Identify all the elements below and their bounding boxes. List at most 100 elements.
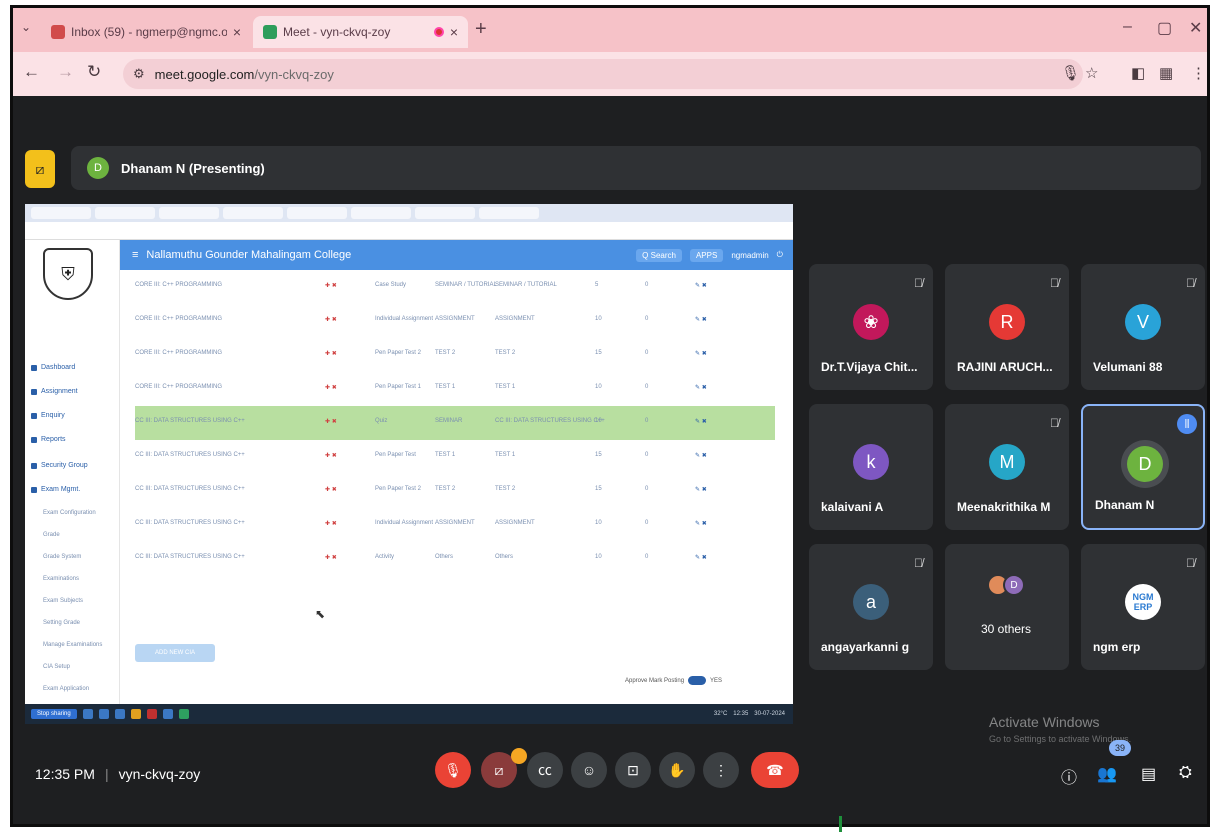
mic-toggle-button[interactable]: 🎙 bbox=[435, 752, 471, 788]
cell-min: 0 bbox=[645, 418, 649, 424]
reload-icon[interactable]: ↻ bbox=[87, 62, 101, 82]
participant-tile[interactable]: 🎙̸ a angayarkanni g bbox=[809, 544, 933, 670]
stop-sharing-button: Stop sharing bbox=[31, 709, 77, 719]
shared-screen: ⛨ Dashboard Assignment Enquiry Reports S… bbox=[25, 204, 793, 724]
meeting-info: 12:35 PM | vyn-ckvq-zoy bbox=[35, 766, 200, 782]
sidebar-sub-item: Grade System bbox=[43, 554, 82, 560]
cell-type: Activity bbox=[375, 554, 395, 560]
side-panel-icon[interactable]: ◧ bbox=[1131, 64, 1145, 82]
sidebar-item-exam-mgmt: Exam Mgmt. bbox=[31, 486, 80, 493]
participant-tile[interactable]: 🎙̸ NGM ERP ngm erp bbox=[1081, 544, 1205, 670]
participant-tile-speaking[interactable]: ⫼ D Dhanam N bbox=[1081, 404, 1205, 530]
leave-call-button[interactable]: ☎ bbox=[751, 752, 799, 788]
table-row: CC III: DATA STRUCTURES USING C++ Pen Pap… bbox=[135, 474, 775, 508]
tab-meet-close-icon[interactable]: × bbox=[450, 24, 458, 40]
cell-cat: SEMINAR / TUTORIAL bbox=[435, 282, 497, 288]
participant-tile[interactable]: 🎙̸ V Velumani 88 bbox=[1081, 264, 1205, 390]
taskbar-weather: 32°C bbox=[713, 711, 728, 717]
participant-avatar: R bbox=[989, 304, 1025, 340]
browser-menu-icon[interactable]: ⋮ bbox=[1191, 64, 1206, 82]
dashboard-icon bbox=[31, 364, 37, 371]
more-options-button[interactable]: ⋮ bbox=[703, 752, 739, 788]
participant-tile[interactable]: 🎙̸ ❀ Dr.T.Vijaya Chit... bbox=[809, 264, 933, 390]
participant-tile[interactable]: 🎙̸ M Meenakrithika M bbox=[945, 404, 1069, 530]
bookmark-star-icon[interactable]: ☆ bbox=[1085, 64, 1098, 82]
shared-tab bbox=[351, 207, 411, 219]
cell-subject: CORE III: C++ PROGRAMMING bbox=[135, 384, 223, 390]
meet-stage: ⧄ D Dhanam N (Presenting) ⛨ Dashboard As… bbox=[13, 96, 1207, 824]
cell-cat: Others bbox=[435, 554, 454, 560]
forward-icon[interactable]: → bbox=[57, 62, 74, 82]
row-edit-icons: ✎ ✖ bbox=[695, 283, 707, 289]
tab-list-chevron-icon[interactable]: ⌄ bbox=[21, 20, 31, 34]
site-settings-icon[interactable]: ⚙ bbox=[133, 66, 145, 82]
mic-off-icon: 🎙̸ bbox=[914, 276, 923, 290]
table-row: CC III: DATA STRUCTURES USING C++ Pen Pap… bbox=[135, 440, 775, 474]
raise-hand-button[interactable]: ✋ bbox=[659, 752, 695, 788]
participant-tile[interactable]: 🎙̸ R RAJINI ARUCH... bbox=[945, 264, 1069, 390]
cell-cat: TEST 2 bbox=[435, 486, 456, 492]
cell-subject: CC III: DATA STRUCTURES USING C++ bbox=[135, 486, 245, 492]
sidebar-sub-item: Examinations bbox=[43, 576, 80, 582]
close-window-button[interactable]: ✕ bbox=[1189, 18, 1202, 38]
sidebar-sub-item: Exam Configuration bbox=[43, 510, 96, 516]
captions-button[interactable]: ㏄ bbox=[527, 752, 563, 788]
cell-subject: CC III: DATA STRUCTURES USING C++ bbox=[135, 452, 245, 458]
sidebar-sub-item: Setting Grade bbox=[43, 620, 81, 626]
camera-off-icon[interactable]: ⧄ bbox=[25, 150, 55, 188]
back-icon[interactable]: ← bbox=[23, 62, 40, 82]
reports-icon bbox=[31, 436, 37, 443]
tab-inbox[interactable]: Inbox (59) - ngmerp@ngmc.org × bbox=[41, 16, 251, 48]
extension-icon[interactable]: ▦ bbox=[1159, 64, 1173, 82]
microphone-icon[interactable]: 🎙 bbox=[1061, 64, 1080, 82]
shared-taskbar: Stop sharing 32°C 12:35 30-07-2024 bbox=[25, 704, 793, 724]
hamburger-icon: ≡ bbox=[132, 249, 139, 261]
divider: | bbox=[104, 766, 109, 782]
cell-max: 10 bbox=[595, 418, 602, 424]
present-button[interactable]: ⊡ bbox=[615, 752, 651, 788]
new-tab-button[interactable]: + bbox=[475, 18, 487, 41]
chat-icon[interactable]: ▤ bbox=[1141, 764, 1156, 784]
address-bar[interactable]: ⚙ meet.google.com/vyn-ckvq-zoy bbox=[123, 59, 1083, 89]
cell-max: 15 bbox=[595, 486, 602, 492]
shared-tab bbox=[95, 207, 155, 219]
minimize-button[interactable]: – bbox=[1123, 18, 1132, 36]
participant-avatar: a bbox=[853, 584, 889, 620]
cell-max: 10 bbox=[595, 554, 602, 560]
cell-min: 0 bbox=[645, 452, 649, 458]
meeting-details-icon[interactable]: ⓘ bbox=[1061, 764, 1077, 788]
participant-avatar: M bbox=[989, 444, 1025, 480]
sidebar-sub-item: Exam Application bbox=[43, 686, 90, 692]
taskbar-date: 30-07-2024 bbox=[754, 711, 785, 717]
restore-button[interactable]: ▢ bbox=[1157, 18, 1172, 38]
tab-meet[interactable]: Meet - vyn-ckvq-zoy × bbox=[253, 16, 468, 48]
row-action-icons: ✚ ✖ bbox=[325, 521, 337, 527]
cell-min: 0 bbox=[645, 520, 649, 526]
cell-max: 10 bbox=[595, 520, 602, 526]
mic-off-icon: 🎙̸ bbox=[1050, 276, 1059, 290]
college-logo: ⛨ bbox=[43, 248, 93, 300]
row-edit-icons: ✎ ✖ bbox=[695, 317, 707, 323]
row-action-icons: ✚ ✖ bbox=[325, 555, 337, 561]
others-tile[interactable]: D 30 others bbox=[945, 544, 1069, 670]
presenter-label: Dhanam N (Presenting) bbox=[121, 160, 265, 176]
activities-icon[interactable]: ⛭ bbox=[1179, 764, 1192, 782]
shared-address-bar bbox=[25, 222, 793, 240]
participant-avatar: k bbox=[853, 444, 889, 480]
gmail-icon bbox=[51, 25, 65, 39]
participant-name: Dr.T.Vijaya Chit... bbox=[821, 360, 918, 374]
cell-name: TEST 1 bbox=[495, 452, 516, 458]
participant-tile[interactable]: k kalaivani A bbox=[809, 404, 933, 530]
cell-subject: CC III: DATA STRUCTURES USING C++ bbox=[135, 554, 245, 560]
tab-inbox-close-icon[interactable]: × bbox=[233, 24, 241, 40]
shared-tab bbox=[287, 207, 347, 219]
row-action-icons: ✚ ✖ bbox=[325, 453, 337, 459]
approve-mark-posting: Approve Mark Posting YES bbox=[625, 676, 723, 685]
emoji-button[interactable]: ☺ bbox=[571, 752, 607, 788]
people-icon[interactable]: 👥 bbox=[1097, 764, 1117, 784]
cia-table: CORE III: C++ PROGRAMMING Case Study SEMIN… bbox=[135, 270, 775, 576]
cell-min: 0 bbox=[645, 486, 649, 492]
browser-tab-bar: ⌄ Inbox (59) - ngmerp@ngmc.org × Meet - … bbox=[13, 8, 1207, 52]
table-row: CORE III: C++ PROGRAMMING Individual Assi… bbox=[135, 304, 775, 338]
people-count-badge: 39 bbox=[1109, 740, 1131, 756]
